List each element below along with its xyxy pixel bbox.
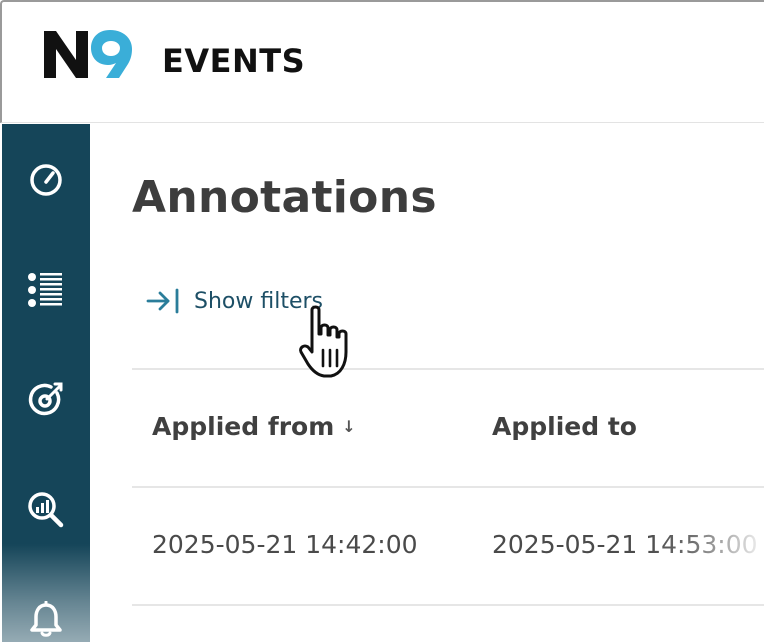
top-bar: EVENTS xyxy=(0,0,764,123)
table-top-divider xyxy=(132,368,764,370)
table-cell-applied-from[interactable]: 2025-05-21 14:42:00 xyxy=(152,530,418,559)
column-header-label: Applied from xyxy=(152,412,335,441)
column-header-applied-to[interactable]: Applied to xyxy=(492,412,637,441)
app-title: EVENTS xyxy=(162,42,306,80)
table-header-divider xyxy=(132,486,764,488)
nav-item-objectives[interactable] xyxy=(2,370,90,430)
show-filters-label: Show filters xyxy=(194,288,323,314)
n9-logo[interactable] xyxy=(42,28,134,80)
column-header-label: Applied to xyxy=(492,412,637,441)
table-row-divider xyxy=(132,604,764,606)
sidebar xyxy=(2,124,90,642)
table-cell-applied-to[interactable]: 2025-05-21 14:53:00 xyxy=(492,530,758,559)
list-icon xyxy=(28,273,62,307)
bell-icon xyxy=(30,601,62,637)
nav-item-dashboard[interactable] xyxy=(2,150,90,210)
nav-item-analysis[interactable] xyxy=(2,480,90,540)
column-header-applied-from[interactable]: Applied from ↓ xyxy=(152,412,356,441)
nav-item-list[interactable] xyxy=(2,260,90,320)
page-title: Annotations xyxy=(132,172,437,223)
show-filters-button[interactable]: Show filters xyxy=(146,284,323,318)
search-chart-icon xyxy=(28,492,64,528)
sort-descending-icon: ↓ xyxy=(342,417,356,436)
nav-item-alerts[interactable] xyxy=(2,590,90,642)
expand-panel-icon xyxy=(146,288,179,314)
target-icon xyxy=(28,382,63,416)
speedometer-icon xyxy=(30,164,62,196)
